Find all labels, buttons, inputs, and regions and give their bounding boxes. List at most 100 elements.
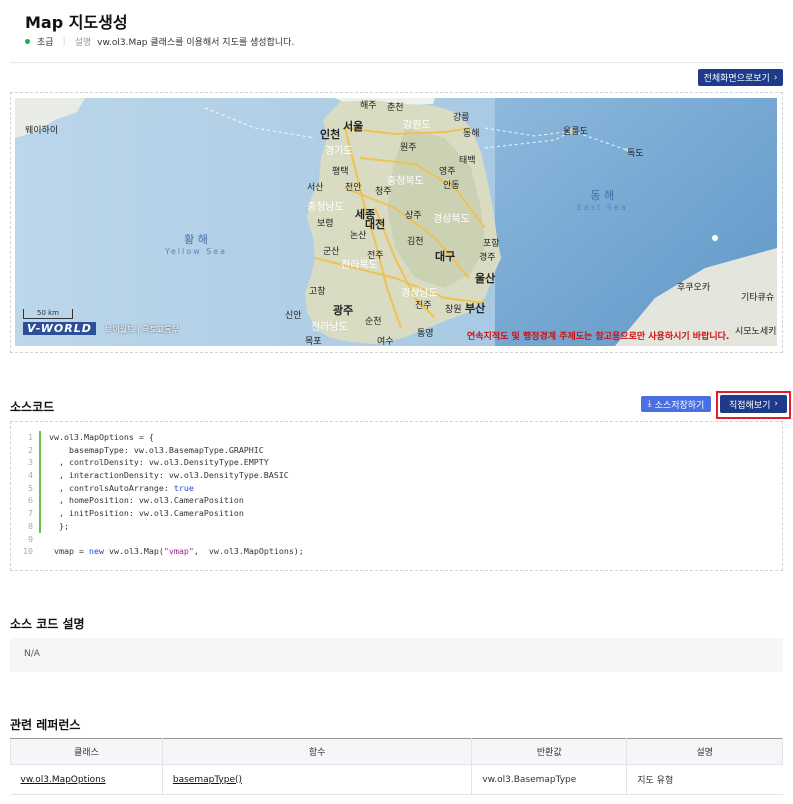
map-label-suncheon: 순천 (365, 317, 382, 327)
source-heading: 소스코드 (10, 400, 55, 414)
map-label-ulleungdo: 울릉도 (563, 127, 588, 137)
code-line: 3 , controlDensity: vw.ol3.DensityType.E… (21, 456, 304, 470)
map-canvas[interactable]: 황 해 Yellow Sea 동 해 East Sea 해주 웨이하이 서울 인… (15, 98, 777, 346)
line-number: 4 (21, 469, 41, 482)
map-label-jeonnam: 전라남도 (311, 322, 348, 333)
map-label-seosan: 서산 (307, 183, 324, 193)
page-title: Map 지도생성 (25, 13, 128, 32)
east-sea-label: 동 해 East Sea (577, 189, 628, 213)
code-token: vmap = (49, 546, 89, 557)
map-label-haeju: 해주 (360, 101, 377, 111)
line-number: 7 (21, 507, 41, 520)
map-label-kitakyushu: 기타큐슈 (741, 293, 775, 303)
reference-table: 클래스 함수 반환값 설명 vw.ol3.MapOptions basemapT… (10, 738, 783, 795)
highlight-box (716, 391, 791, 419)
code-token: , homePosition: vw.ol3.CameraPosition (49, 495, 244, 506)
map-label-daejeon: 대전 (365, 218, 386, 231)
map-label-yeongju: 영주 (439, 167, 456, 177)
level-label: 초급 (37, 38, 54, 48)
map-label-gochang: 고창 (309, 287, 326, 297)
line-number: 8 (21, 519, 41, 533)
map-label-mokpo: 목포 (305, 337, 322, 346)
code-line: 1 vw.ol3.MapOptions = { (21, 431, 304, 444)
code-line: 10 vmap = new vw.ol3.Map("vmap", vw.ol3.… (21, 545, 304, 558)
line-number: 1 (21, 431, 41, 444)
map-label-jeonju: 전주 (367, 251, 384, 261)
map-label-gyeongju: 경주 (479, 253, 496, 263)
map-label-jinju: 진주 (415, 301, 432, 311)
map-graphic (15, 98, 777, 346)
class-link[interactable]: vw.ol3.MapOptions (21, 775, 106, 785)
map-label-chuncheon: 춘천 (387, 103, 404, 113)
code-token: , interactionDensity: vw.ol3.DensityType… (49, 470, 289, 481)
explain-heading: 소스 코드 설명 (10, 617, 85, 631)
save-source-button[interactable]: ⤓ 소스저장하기 (641, 396, 711, 412)
code-line: 5 , controlsAutoArrange: true (21, 481, 304, 495)
map-label-gimcheon: 김천 (407, 237, 424, 247)
code-line: 4 , interactionDensity: vw.ol3.DensityTy… (21, 469, 304, 482)
code-token: basemapType: vw.ol3.BasemapType.GRAPHIC (49, 444, 264, 455)
map-label-gwangju: 광주 (333, 304, 354, 317)
return-type-cell: vw.ol3.BasemapType (471, 764, 627, 795)
map-label-gyeongnam: 경상남도 (401, 288, 438, 299)
map-label-pyeongtaek: 평택 (332, 167, 349, 177)
map-label-wonju: 원주 (400, 143, 417, 153)
map-label-cheonan: 천안 (345, 183, 362, 193)
map-label-gyeonggi: 경기도 (325, 146, 353, 157)
header-divider (10, 62, 783, 63)
map-label-sinan: 신안 (285, 311, 302, 321)
meta-divider: | (62, 36, 66, 47)
reference-header-row: 클래스 함수 반환값 설명 (10, 738, 783, 765)
map-label-pohang: 포항 (483, 239, 500, 249)
save-source-label: 소스저장하기 (654, 400, 705, 411)
description-cell: 지도 유형 (626, 764, 783, 795)
yellow-sea-label: 황 해 Yellow Sea (165, 233, 228, 257)
code-token: , controlDensity: vw.ol3.DensityType.EMP… (49, 457, 269, 468)
map-label-incheon: 인천 (320, 128, 341, 141)
description-label: 설명 (74, 38, 92, 48)
code-line: 7 , initPosition: vw.ol3.CameraPosition (21, 507, 304, 520)
code-token: , controlsAutoArrange: (49, 482, 174, 493)
map-label-ulsan: 울산 (475, 272, 496, 285)
code-line: 2 basemapType: vw.ol3.BasemapType.GRAPHI… (21, 443, 304, 457)
map-label-daegu: 대구 (435, 250, 456, 263)
map-label-dokdo: 독도 (627, 149, 644, 159)
code-line: 9 (21, 533, 304, 546)
fullscreen-button-label: 전체화면으로보기 (703, 74, 770, 84)
line-number: 2 (21, 443, 41, 457)
page-meta: 초급 | 설명 vw.ol3.Map 클래스를 이용해서 지도를 생성합니다. (25, 35, 294, 48)
map-label-changwon: 창원 (445, 305, 462, 315)
map-label-nonsan: 논산 (350, 231, 367, 241)
column-header-return: 반환값 (471, 738, 628, 765)
fullscreen-button[interactable]: 전체화면으로보기 › (698, 69, 783, 86)
column-header-desc: 설명 (626, 738, 783, 765)
column-header-class: 클래스 (10, 738, 163, 765)
map-label-donghae: 동해 (463, 129, 480, 139)
map-label-gunsan: 군산 (323, 247, 340, 257)
reference-heading: 관련 레퍼런스 (10, 718, 81, 732)
map-label-weihai: 웨이하이 (25, 126, 59, 136)
code-line: 8 }; (21, 519, 304, 533)
map-notice: 연속지적도 및 행정경계 주제도는 참고용으로만 사용하시기 바랍니다. (467, 332, 730, 342)
map-label-chungbuk: 충청북도 (387, 176, 424, 187)
line-number: 9 (28, 533, 33, 544)
map-label-sangju: 상주 (405, 211, 422, 221)
explain-text: N/A (24, 649, 40, 659)
function-link[interactable]: basemapType() (173, 775, 242, 785)
map-label-boryeong: 보령 (317, 219, 334, 229)
code-token: , vw.ol3.MapOptions); (193, 546, 304, 557)
map-label-yeosu: 여수 (377, 337, 394, 346)
level-dot-icon (25, 39, 30, 44)
map-label-taebaek: 태백 (459, 156, 476, 166)
code-token: "vmap" (163, 546, 194, 557)
code-block: 1 vw.ol3.MapOptions = {2 basemapType: vw.… (10, 421, 783, 571)
line-number: 6 (21, 494, 41, 508)
line-number: 3 (21, 456, 41, 470)
code-token: }; (49, 520, 69, 531)
table-row: vw.ol3.MapOptions basemapType() vw.ol3.B… (10, 764, 783, 795)
map-label-andong: 안동 (443, 181, 460, 191)
map-label-busan: 부산 (465, 302, 486, 315)
map-label-fukuoka: 후쿠오카 (677, 283, 711, 293)
code-token: true (173, 482, 194, 493)
column-header-function: 함수 (161, 738, 473, 765)
